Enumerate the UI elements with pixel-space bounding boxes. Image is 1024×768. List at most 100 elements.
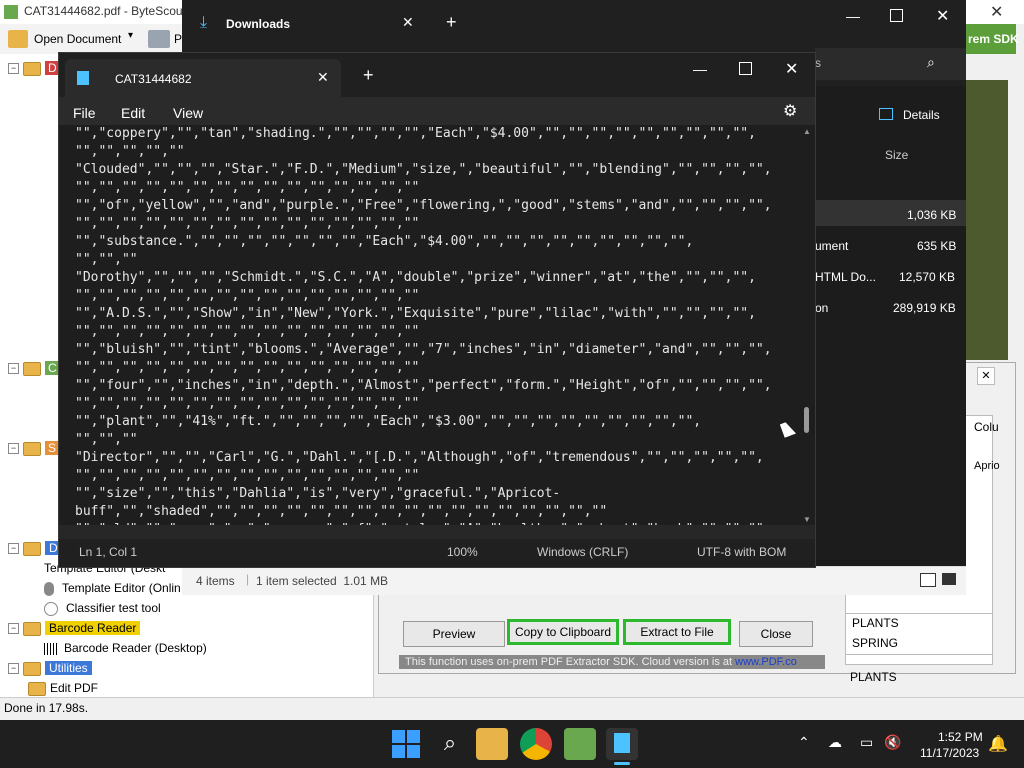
notepad-tab[interactable]: CAT31444682 ✕	[65, 59, 341, 97]
size-column-header[interactable]: Size	[885, 148, 908, 162]
tiles-view-icon[interactable]	[942, 573, 956, 585]
tree-item-template-editor-online[interactable]: Template Editor (Onlin	[44, 578, 181, 598]
notepad-close-icon[interactable]: ✕	[785, 59, 798, 79]
notepad-maximize-icon[interactable]	[739, 62, 752, 75]
chrome-icon[interactable]	[520, 728, 552, 760]
notepad-status-bar: Ln 1, Col 1 100% Windows (CRLF) UTF-8 wi…	[59, 539, 815, 567]
grid-lower: PLANTS SPRING	[845, 613, 993, 655]
show-hidden-icons[interactable]: ⌃	[798, 734, 810, 751]
print-button-label[interactable]: P	[174, 32, 182, 46]
downloads-new-tab-icon[interactable]: +	[446, 12, 457, 33]
scrollbar-thumb[interactable]	[804, 407, 809, 433]
extractor-notice: This function uses on-prem PDF Extractor…	[399, 655, 825, 669]
file-row-size: 1,036 KB	[907, 208, 957, 222]
downloads-tab-close-icon[interactable]: ✕	[402, 14, 414, 31]
open-folder-icon	[8, 30, 28, 48]
bytescout-toolbar: Open Document ▾ P	[0, 24, 190, 54]
taskbar: ⌕ ⌃ ☁ ▭ 🔇 1:52 PM 11/17/2023 🔔	[0, 720, 1024, 768]
grid-cell-plants: PLANTS	[850, 670, 897, 684]
extract-file-button[interactable]: Extract to File	[623, 619, 731, 645]
tree-item-classifier[interactable]: Classifier test tool	[44, 598, 161, 618]
cursor-position: Ln 1, Col 1	[79, 545, 138, 559]
downloads-search[interactable]: s ⌕	[815, 48, 966, 80]
tree-item-barcode-reader-desktop[interactable]: Barcode Reader (Desktop)	[44, 638, 207, 658]
bytescout-title: CAT31444682.pdf - ByteScout	[24, 4, 186, 18]
notepad-scrollbar[interactable]: ▲ ▼	[799, 125, 815, 525]
file-row-type: ument	[815, 239, 849, 253]
notepad-menu-bar: File Edit View ⚙	[59, 97, 815, 125]
item-count: 4 items	[196, 574, 235, 588]
zoom-level: 100%	[447, 545, 478, 559]
bytescout-status-bar: Done in 17.98s.	[0, 697, 1024, 720]
clock-date[interactable]: 11/17/2023	[920, 746, 979, 760]
scroll-up-icon[interactable]: ▲	[803, 127, 811, 136]
tree-item-s[interactable]: − S	[8, 438, 60, 458]
pdfco-link[interactable]: www.PDF.co	[735, 656, 797, 668]
menu-view[interactable]: View	[173, 105, 203, 121]
network-off-icon[interactable]: ☁	[828, 734, 842, 751]
tree-item-edit-pdf[interactable]: Edit PDF	[28, 678, 98, 697]
bytescout-close-icon[interactable]: ✕	[990, 2, 1003, 22]
notepad-editor[interactable]: "","coppery","","tan","shading.","","","…	[59, 125, 799, 525]
file-row-type: on	[815, 301, 829, 315]
open-document-button[interactable]: Open Document	[34, 32, 121, 46]
gear-icon	[44, 601, 58, 616]
downloads-title-bar: ⤓ Downloads ✕ + — ✕	[182, 0, 966, 48]
sdk-badge: rem SDK	[966, 24, 1019, 54]
tree-item-c[interactable]: − C	[8, 358, 60, 378]
printer-icon[interactable]	[148, 30, 170, 48]
file-row-size: 635 KB	[917, 239, 957, 253]
barcode-icon	[44, 642, 58, 655]
volume-muted-icon[interactable]: 🔇	[884, 734, 901, 751]
line-ending: Windows (CRLF)	[537, 545, 629, 559]
document-preview-strip	[966, 80, 1008, 360]
bytescout-status-text: Done in 17.98s.	[4, 701, 89, 715]
settings-gear-icon[interactable]: ⚙	[783, 101, 797, 121]
download-icon: ⤓	[200, 14, 208, 31]
file-row-size: 12,570 KB	[899, 270, 956, 284]
downloads-tab-title: Downloads	[226, 17, 291, 31]
downloads-minimize-icon[interactable]: —	[846, 8, 860, 24]
bytescout-app-icon	[4, 5, 18, 19]
bytescout-taskbar-icon[interactable]	[564, 728, 596, 760]
notepad-minimize-icon[interactable]: —	[693, 61, 707, 77]
notepad-icon	[77, 71, 89, 85]
grid-cell-plants: PLANTS	[852, 616, 899, 630]
encoding: UTF-8 with BOM	[697, 545, 787, 559]
notepad-text-content: "","coppery","","tan","shading.","","","…	[75, 126, 772, 525]
search-icon: ⌕	[927, 54, 935, 70]
grid-cell-spring: SPRING	[852, 636, 899, 650]
notepad-title-bar: CAT31444682 ✕ + — ✕	[59, 53, 815, 97]
downloads-status-bar: 4 items | 1 item selected 1.01 MB	[182, 566, 966, 595]
file-row-size: 289,919 KB	[893, 301, 956, 315]
tree-item-utilities[interactable]: − Utilities	[8, 658, 92, 678]
notepad-taskbar-icon[interactable]	[606, 728, 638, 765]
tree-item-d[interactable]: − D	[8, 58, 60, 78]
notepad-window: CAT31444682 ✕ + — ✕ File Edit View ⚙ "",…	[58, 52, 816, 568]
notification-bell-icon[interactable]: 🔔	[988, 734, 1008, 754]
notepad-tab-title: CAT31444682	[115, 72, 192, 86]
details-view-icon[interactable]	[920, 573, 936, 587]
downloads-file-list: Details Size 1,036 KB ument 635 KB HTML …	[815, 86, 966, 566]
menu-edit[interactable]: Edit	[121, 105, 145, 121]
display-icon[interactable]: ▭	[860, 734, 873, 751]
chevron-down-icon[interactable]: ▾	[128, 30, 133, 41]
grid-cell-aprio: Aprio	[974, 460, 1000, 472]
grid-col-header: Colu	[974, 420, 999, 434]
details-button[interactable]: Details	[903, 108, 940, 122]
downloads-close-icon[interactable]: ✕	[936, 6, 949, 26]
close-button[interactable]: Close	[739, 621, 813, 647]
notepad-new-tab-icon[interactable]: +	[363, 65, 374, 86]
preview-button[interactable]: Preview	[403, 621, 505, 647]
copy-clipboard-button[interactable]: Copy to Clipboard	[507, 619, 619, 645]
downloads-maximize-icon[interactable]	[890, 9, 903, 22]
menu-file[interactable]: File	[73, 105, 96, 121]
file-explorer-icon[interactable]	[476, 728, 508, 760]
clock-time[interactable]: 1:52 PM	[938, 730, 983, 744]
windows-start-icon[interactable]	[390, 728, 422, 760]
notepad-tab-close-icon[interactable]: ✕	[317, 69, 329, 86]
search-icon[interactable]: ⌕	[434, 728, 466, 760]
tree-item-barcode-reader[interactable]: − Barcode Reader	[8, 618, 141, 638]
scroll-down-icon[interactable]: ▼	[803, 515, 811, 524]
extractor-close-icon[interactable]: ✕	[977, 367, 995, 385]
